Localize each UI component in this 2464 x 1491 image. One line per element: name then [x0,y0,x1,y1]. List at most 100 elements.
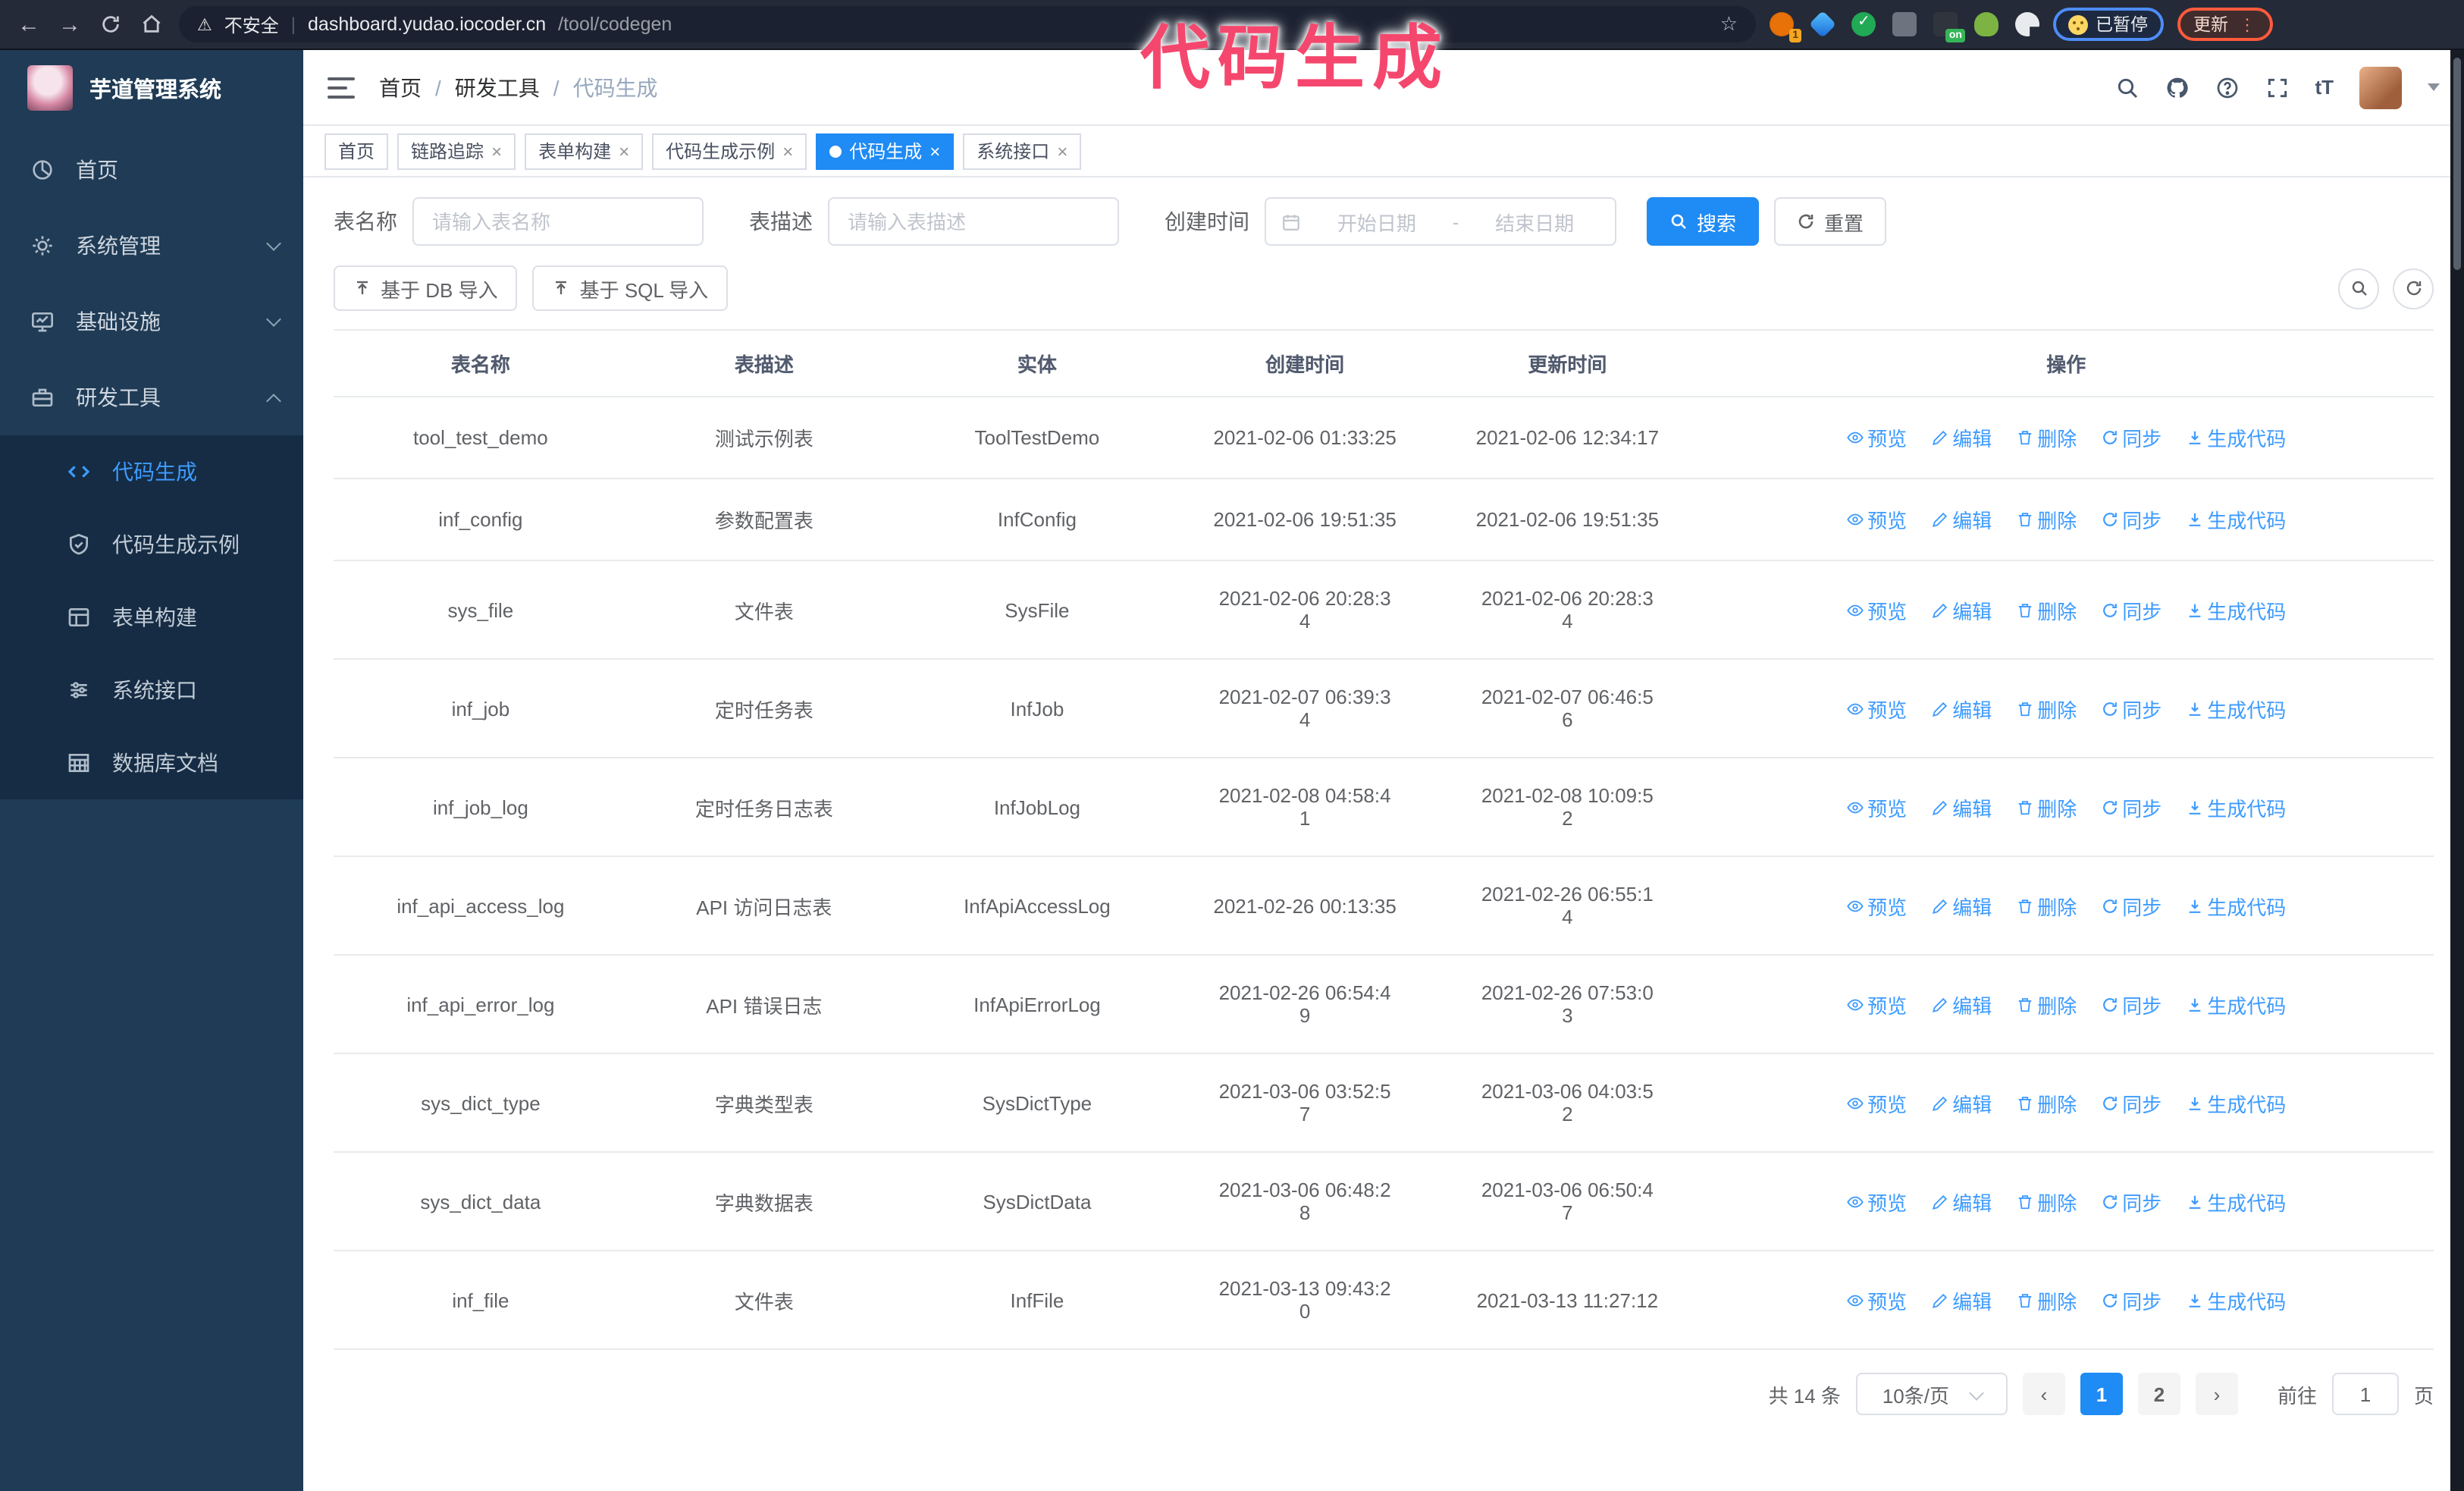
github-icon[interactable] [2165,75,2189,99]
preview-link[interactable]: 预览 [1846,793,1907,821]
generate-code-link[interactable]: 生成代码 [2186,595,2286,624]
table-desc-input[interactable] [828,197,1119,246]
collapse-sidebar-icon[interactable] [328,77,355,98]
sync-link[interactable]: 同步 [2101,595,2161,624]
table-name-input[interactable] [412,197,704,246]
submenu-item-系统接口[interactable]: 系统接口 [0,654,303,727]
refresh-table-button[interactable] [2393,268,2434,309]
generate-code-link[interactable]: 生成代码 [2186,1088,2286,1117]
edit-link[interactable]: 编辑 [1931,793,1992,821]
panel-extension-icon[interactable] [1892,12,1917,36]
help-icon[interactable] [2215,75,2239,99]
home-icon[interactable] [138,14,165,35]
delete-link[interactable]: 删除 [2016,1088,2077,1117]
page-size-select[interactable]: 10条/页 [1855,1373,2008,1415]
generate-code-link[interactable]: 生成代码 [2186,1187,2286,1216]
edit-link[interactable]: 编辑 [1931,990,1992,1019]
goto-page-input[interactable] [2331,1373,2399,1415]
prev-page-button[interactable]: ‹ [2022,1373,2065,1415]
font-size-icon[interactable]: tT [2315,76,2334,99]
tag-代码生成示例[interactable]: 代码生成示例 × [652,133,807,169]
preview-link[interactable]: 预览 [1846,990,1907,1019]
delete-link[interactable]: 删除 [2016,793,2077,821]
preview-link[interactable]: 预览 [1846,694,1907,723]
edit-link[interactable]: 编辑 [1931,1187,1992,1216]
gem-extension-icon[interactable] [1808,10,1837,39]
delete-link[interactable]: 删除 [2016,595,2077,624]
preview-link[interactable]: 预览 [1846,1187,1907,1216]
close-icon[interactable]: × [782,140,793,162]
orange-extension-icon[interactable]: 1 [1770,12,1801,42]
bookmark-star-icon[interactable]: ☆ [1720,12,1738,36]
page-button-2[interactable]: 2 [2137,1373,2180,1415]
breadcrumb-item[interactable]: 首页 [379,72,422,102]
edit-link[interactable]: 编辑 [1931,1285,1992,1314]
generate-code-link[interactable]: 生成代码 [2186,694,2286,723]
page-button-1[interactable]: 1 [2080,1373,2123,1415]
sync-link[interactable]: 同步 [2101,1187,2161,1216]
toggle-search-button[interactable] [2338,268,2379,309]
tag-首页[interactable]: 首页 [324,133,389,169]
delete-link[interactable]: 删除 [2016,423,2077,452]
delete-link[interactable]: 删除 [2016,694,2077,723]
more-menu-icon[interactable]: ⋮ [2239,14,2256,34]
breadcrumb-item[interactable]: 研发工具 [455,72,540,102]
sync-link[interactable]: 同步 [2101,891,2161,920]
tag-系统接口[interactable]: 系统接口 × [963,133,1082,169]
search-icon[interactable] [2114,75,2139,99]
close-icon[interactable]: × [491,140,502,162]
sidebar-item-研发工具[interactable]: 研发工具 [0,359,303,435]
import-db-button[interactable]: 基于 DB 导入 [334,265,518,311]
generate-code-link[interactable]: 生成代码 [2186,793,2286,821]
scrollbar-thumb[interactable] [2453,58,2461,270]
date-range-picker[interactable]: 开始日期 - 结束日期 [1265,197,1616,246]
switch-extension-icon[interactable]: on [1933,12,1965,42]
avatar[interactable] [2359,66,2402,108]
generate-code-link[interactable]: 生成代码 [2186,1285,2286,1314]
close-icon[interactable]: × [1057,140,1067,162]
delete-link[interactable]: 删除 [2016,505,2077,534]
sidebar-item-首页[interactable]: 首页 [0,132,303,208]
recorder-paused-pill[interactable]: 已暂停 [2053,8,2163,41]
close-icon[interactable]: × [619,140,629,162]
sync-link[interactable]: 同步 [2101,694,2161,723]
generate-code-link[interactable]: 生成代码 [2186,505,2286,534]
preview-link[interactable]: 预览 [1846,891,1907,920]
preview-link[interactable]: 预览 [1846,1285,1907,1314]
sync-link[interactable]: 同步 [2101,1285,2161,1314]
preview-link[interactable]: 预览 [1846,505,1907,534]
breadcrumb-item[interactable]: 代码生成 [573,72,658,102]
edit-link[interactable]: 编辑 [1931,891,1992,920]
edit-link[interactable]: 编辑 [1931,423,1992,452]
back-icon[interactable]: ← [15,11,42,37]
fullscreen-icon[interactable] [2265,75,2289,99]
chevron-down-icon[interactable] [2428,83,2440,91]
sync-link[interactable]: 同步 [2101,1088,2161,1117]
import-sql-button[interactable]: 基于 SQL 导入 [532,265,729,311]
delete-link[interactable]: 删除 [2016,1285,2077,1314]
tag-表单构建[interactable]: 表单构建 × [525,133,644,169]
check-extension-icon[interactable] [1851,12,1876,36]
search-button[interactable]: 搜索 [1647,197,1760,246]
key-extension-icon[interactable] [1974,12,1998,36]
tag-链路追踪[interactable]: 链路追踪 × [397,133,516,169]
scrollbar[interactable] [2450,50,2464,1491]
sync-link[interactable]: 同步 [2101,423,2161,452]
close-icon[interactable]: × [929,140,940,162]
sync-link[interactable]: 同步 [2101,793,2161,821]
sync-link[interactable]: 同步 [2101,505,2161,534]
sidebar-item-系统管理[interactable]: 系统管理 [0,208,303,284]
edit-link[interactable]: 编辑 [1931,505,1992,534]
tag-代码生成[interactable]: 代码生成 × [816,133,955,169]
preview-link[interactable]: 预览 [1846,1088,1907,1117]
generate-code-link[interactable]: 生成代码 [2186,423,2286,452]
puzzle-extension-icon[interactable] [2015,12,2039,36]
submenu-item-表单构建[interactable]: 表单构建 [0,581,303,654]
generate-code-link[interactable]: 生成代码 [2186,891,2286,920]
preview-link[interactable]: 预览 [1846,595,1907,624]
delete-link[interactable]: 删除 [2016,1187,2077,1216]
generate-code-link[interactable]: 生成代码 [2186,990,2286,1019]
sidebar-logo-row[interactable]: 芋道管理系统 [0,50,303,126]
sync-link[interactable]: 同步 [2101,990,2161,1019]
edit-link[interactable]: 编辑 [1931,694,1992,723]
